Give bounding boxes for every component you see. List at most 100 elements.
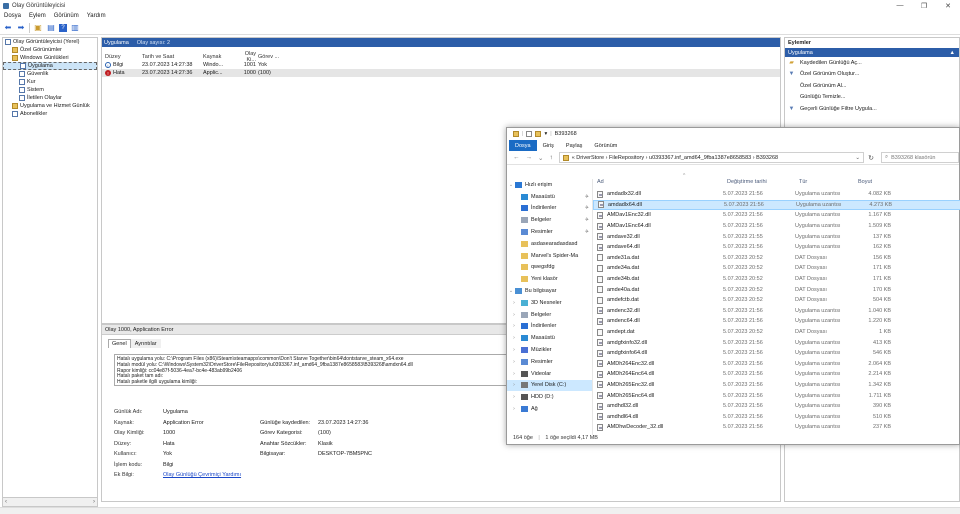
file-row[interactable]: amdave32.dll 5.07.2023 21:55 Uygulama uzan… [593,231,960,242]
actions-section[interactable]: Uygulama ▲ [785,48,959,57]
tree-item[interactable]: Özel Görünümler [3,46,97,54]
search-input[interactable]: ⌕ B393268 klasörün [881,152,959,163]
expand-arrow-icon[interactable]: › [507,406,521,412]
action-item[interactable]: ▼ Özel Görünüm Oluştur... [785,69,959,81]
file-row[interactable]: amde34a.dat 5.07.2023 20:52 DAT Dosyası 171… [593,263,960,274]
expand-arrow-icon[interactable]: › [507,347,521,353]
nav-item[interactable]: › HDD (D:) [507,391,592,403]
ribbon-tab-view[interactable]: Görünüm [588,140,623,151]
online-help-link[interactable]: Olay Günlüğü Çevrimiçi Yardımı [163,472,241,478]
file-row[interactable]: AMDhwDecoder_32.dll 5.07.2023 21:56 Uygula… [593,422,960,433]
nav-item[interactable]: Resimler ✈ [507,226,592,238]
breadcrumb[interactable]: « DriverStore › FileRepository › u039336… [572,155,778,161]
tree-item[interactable]: Uygulama ve Hizmet Günlük [3,102,97,110]
nav-item[interactable]: › Ağ [507,403,592,415]
address-bar[interactable]: « DriverStore › FileRepository › u039336… [558,152,864,163]
up-folder-icon[interactable]: ▣ [33,23,43,33]
back-arrow-icon[interactable]: ⬅ [3,23,13,33]
file-row[interactable]: amdadlx64.dll 5.07.2023 21:56 Uygulama uza… [593,199,960,211]
action-item[interactable]: ▼ Geçerli Günlüğe Filtre Uygula... [785,103,959,115]
expand-arrow-icon[interactable]: › [507,335,521,341]
file-row[interactable]: amde34b.dat 5.07.2023 20:52 DAT Dosyası 171… [593,274,960,285]
file-row[interactable]: amdgfxinfo64.dll 5.07.2023 21:56 Uygulama … [593,348,960,359]
column-level[interactable]: Düzey [102,54,142,60]
tab-general[interactable]: Genel [108,339,131,348]
file-row[interactable]: amdgfxinfo32.dll 5.07.2023 21:56 Uygulama … [593,337,960,348]
expand-arrow-icon[interactable]: › [507,300,521,306]
file-row[interactable]: AMDh265Enc32.dll 5.07.2023 21:56 Uygulama … [593,380,960,391]
console-tree-icon[interactable]: ▥ [70,23,80,33]
tab-details[interactable]: Ayrıntılar [130,339,161,348]
menu-view[interactable]: Görünüm [54,13,79,19]
expand-arrow-icon[interactable]: › [507,382,521,388]
tree-item[interactable]: Olay Görüntüleyicisi (Yerel) [3,38,97,46]
up-icon[interactable]: ↑ [549,154,552,161]
column-source[interactable]: Kaynak [203,54,234,60]
maximize-icon[interactable]: ❐ [912,0,936,11]
expand-arrow-icon[interactable]: › [507,394,521,400]
expand-arrow-icon[interactable]: › [507,359,521,365]
scroll-right-icon[interactable]: › [93,499,95,505]
address-dropdown-icon[interactable]: ⌄ [855,155,860,161]
pin-icon[interactable]: ✈ [585,229,589,235]
expand-arrow-icon[interactable]: › [507,371,521,377]
properties-icon[interactable]: ▤ [46,23,56,33]
file-row[interactable]: amdhdl32.dll 5.07.2023 21:56 Uygulama uzan… [593,401,960,412]
pin-icon[interactable]: ✈ [585,194,589,200]
menu-help[interactable]: Yardım [87,13,106,19]
nav-item[interactable]: İndirilenler ✈ [507,203,592,215]
nav-item[interactable]: Masaüstü ✈ [507,191,592,203]
action-item[interactable]: Özel Görünüm Al... [785,80,959,92]
nav-item[interactable]: asdasearadasdasd [507,238,592,250]
tree-item[interactable]: Güvenlik [3,70,97,78]
nav-item[interactable]: › Müzikler [507,344,592,356]
refresh-icon[interactable]: ↻ [864,154,878,162]
file-row[interactable]: amdenc64.dll 5.07.2023 21:56 Uygulama uzan… [593,316,960,327]
expand-arrow-icon[interactable]: ⌄ [507,288,515,294]
nav-item[interactable]: Belgeler ✈ [507,214,592,226]
pin-icon[interactable]: ✈ [585,205,589,211]
file-row[interactable]: amdave64.dll 5.07.2023 21:56 Uygulama uzan… [593,242,960,253]
action-item[interactable]: Günlüğü Temizle... [785,92,959,104]
forward-icon[interactable]: → [526,154,533,161]
minimize-icon[interactable]: — [888,0,912,11]
event-row-selected[interactable]: ! Hata 23.07.2023 14:27:36 Applic... 1000… [102,69,780,77]
tree-item[interactable]: Windows Günlükleri [3,54,97,62]
recent-dropdown-icon[interactable]: ⌄ [538,154,543,162]
nav-item[interactable]: Marvel's Spider-Ma [507,250,592,262]
collapse-icon[interactable]: ▲ [950,50,955,56]
nav-item[interactable]: › Belgeler [507,309,592,321]
file-row[interactable]: AMDav1Enc32.dll 5.07.2023 21:56 Uygulama u… [593,210,960,221]
expand-arrow-icon[interactable]: › [507,312,521,318]
ribbon-tab-home[interactable]: Giriş [537,140,560,151]
file-row[interactable]: AMDh264Enc64.dll 5.07.2023 21:56 Uygulama … [593,369,960,380]
file-row[interactable]: AMDh264Enc32.dll 5.07.2023 21:56 Uygulama … [593,359,960,370]
column-modified[interactable]: Değiştirme tarihi [727,179,767,185]
tree-item[interactable]: Abonelikler [3,110,97,118]
column-name[interactable]: Ad [597,179,604,185]
tree-item[interactable]: İletilen Olaylar [3,94,97,102]
action-item[interactable]: ▰ Kaydedilen Günlüğü Aç... [785,57,959,69]
nav-item[interactable]: › 3D Nesneler [507,297,592,309]
close-icon[interactable]: ✕ [936,0,960,11]
column-date[interactable]: Tarih ve Saat [142,54,203,60]
file-row[interactable]: amde31a.dat 5.07.2023 20:52 DAT Dosyası 156… [593,253,960,264]
forward-arrow-icon[interactable]: ➡ [16,23,26,33]
pin-icon[interactable]: ✈ [585,217,589,223]
file-row[interactable]: amdefctb.dat 5.07.2023 20:52 DAT Dosyası 50… [593,295,960,306]
nav-item[interactable]: › Masaüstü [507,332,592,344]
file-row[interactable]: amde40a.dat 5.07.2023 20:52 DAT Dosyası 170… [593,284,960,295]
tree-item[interactable]: Kur [3,78,97,86]
new-folder-icon[interactable] [535,131,542,137]
file-row[interactable]: amdadlx32.dll 5.07.2023 21:56 Uygulama uza… [593,189,960,200]
checkmark-icon[interactable] [526,131,533,137]
column-size[interactable]: Boyut [858,179,872,185]
help-icon[interactable]: ? [59,23,67,32]
nav-item[interactable]: Yeni klasör [507,273,592,285]
tree-scrollbar[interactable]: ‹ › [2,497,98,507]
qat-dropdown-icon[interactable]: ▾ [544,131,547,137]
back-icon[interactable]: ← [513,154,520,161]
nav-item[interactable]: ⌄ Bu bilgisayar [507,285,592,297]
expand-arrow-icon[interactable]: › [507,323,521,329]
tree-item[interactable]: Uygulama [3,62,97,70]
